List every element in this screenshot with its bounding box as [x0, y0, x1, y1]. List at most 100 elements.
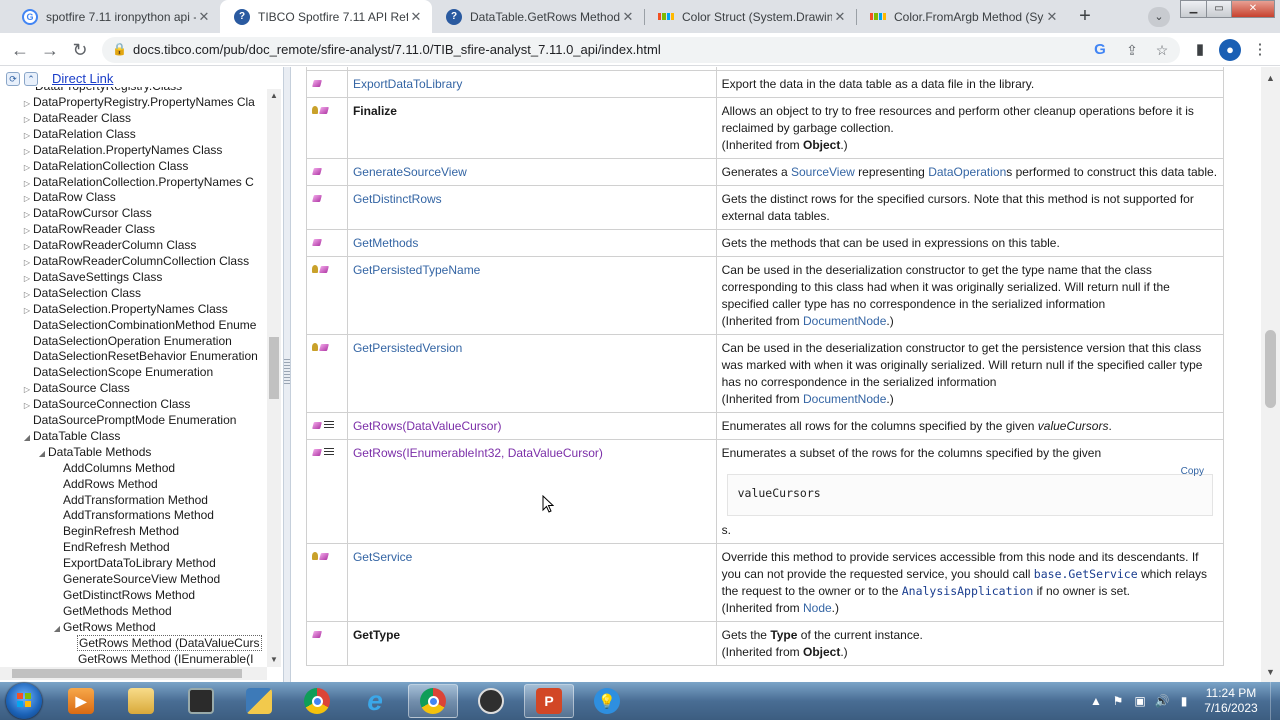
splitter-grip[interactable] [284, 359, 290, 385]
scroll-down-icon[interactable]: ▼ [269, 655, 279, 665]
inline-link[interactable]: DocumentNode [803, 392, 886, 406]
taskbar-media-player[interactable]: ▶ [56, 684, 106, 718]
method-link[interactable]: GetMethods [353, 236, 418, 250]
minimize-button[interactable]: ▁ [1180, 0, 1207, 18]
address-bar[interactable]: 🔒 docs.tibco.com/pub/doc_remote/sfire-an… [102, 37, 1180, 63]
tree-item[interactable]: ▷ DataRowReaderColumnCollection Class [21, 253, 249, 269]
tree-item[interactable]: ▷ DataPropertyRegistry.PropertyNames Cla [21, 94, 255, 110]
tree-item[interactable]: AddTransformation Method [51, 492, 208, 508]
tree-item[interactable]: DataSelectionCombinationMethod Enume [21, 317, 256, 333]
tree-item[interactable]: ▷ DataRelationCollection.PropertyNames C [21, 174, 254, 190]
toc-horizontal-scrollbar[interactable] [0, 667, 267, 680]
scroll-up-icon[interactable]: ▲ [1265, 73, 1276, 83]
action-center-flag-icon[interactable]: ⚑ [1110, 693, 1126, 709]
page-scroll-thumb[interactable] [1265, 330, 1276, 408]
tree-item[interactable]: DataSelectionScope Enumeration [21, 364, 213, 380]
close-icon[interactable]: ✕ [196, 9, 212, 25]
taskbar-internet-explorer[interactable]: e [350, 684, 400, 718]
tree-item[interactable]: ▷ DataRowReaderColumn Class [21, 237, 196, 253]
taskbar-terminal[interactable] [176, 684, 226, 718]
new-tab-button[interactable]: + [1074, 6, 1096, 28]
show-hidden-icons-icon[interactable]: ▲ [1088, 693, 1104, 709]
tree-item[interactable]: GetDistinctRows Method [51, 587, 195, 603]
tree-item[interactable]: ▷ DataReader Class [21, 110, 131, 126]
tree-item[interactable]: ▷ DataSaveSettings Class [21, 269, 162, 285]
taskbar-python[interactable] [234, 684, 284, 718]
scroll-up-icon[interactable]: ▲ [269, 91, 279, 101]
collapse-toc-icon[interactable]: ⌃ [24, 72, 38, 86]
tree-item[interactable]: BeginRefresh Method [51, 523, 179, 539]
tab-getrows-method[interactable]: ? DataTable.GetRows Method (D ✕ [432, 0, 644, 33]
tree-item[interactable]: DataPropertyRegistry.Class [35, 87, 182, 94]
tree-item[interactable]: GenerateSourceView Method [51, 571, 220, 587]
back-arrow-icon[interactable]: ← [8, 38, 32, 62]
tree-item[interactable]: ExportDataToLibrary Method [51, 555, 216, 571]
tree-item[interactable]: DataSourcePromptMode Enumeration [21, 412, 236, 428]
tree-item[interactable]: DataSelectionOperation Enumeration [21, 333, 232, 349]
tab-color-struct[interactable]: Color Struct (System.Drawing) ✕ [644, 0, 856, 33]
toc-scrollbar[interactable]: ▲ ▼ [267, 89, 281, 667]
tree-item[interactable]: ◢ DataTable Methods [36, 444, 151, 460]
close-icon[interactable]: ✕ [620, 9, 636, 25]
close-icon[interactable]: ✕ [1044, 9, 1060, 25]
tree-item[interactable]: ▷ DataRelation.PropertyNames Class [21, 142, 223, 158]
inline-link[interactable]: DataOperation [928, 165, 1006, 179]
method-link[interactable]: GetRows(IEnumerableInt32, DataValueCurso… [353, 446, 603, 460]
toc-scroll-thumb[interactable] [269, 337, 279, 399]
maximize-button[interactable]: ▭ [1206, 0, 1232, 18]
collapse-arrow-icon[interactable]: ◢ [51, 621, 63, 637]
inline-link[interactable]: SourceView [791, 165, 855, 179]
taskbar-chrome[interactable] [292, 684, 342, 718]
tree-item[interactable]: AddTransformations Method [51, 507, 214, 523]
method-link[interactable]: GetService [353, 550, 412, 564]
menu-icon[interactable]: ⋮ [1248, 38, 1272, 62]
tab-search-button[interactable]: ⌄ [1148, 7, 1170, 27]
reload-icon[interactable]: ↻ [68, 38, 92, 62]
share-icon[interactable]: ⇪ [1122, 40, 1142, 60]
tree-item[interactable]: ◢ DataTable Class [21, 428, 120, 444]
tree-item[interactable]: ▷ DataSource Class [21, 380, 130, 396]
tree-item[interactable]: EndRefresh Method [51, 539, 170, 555]
tree-item[interactable]: GetRows Method (DataValueCurs [66, 634, 262, 651]
tree-item[interactable]: ▷ DataRow Class [21, 189, 116, 205]
taskbar-lightbulb-app[interactable]: 💡 [582, 684, 632, 718]
google-lens-icon[interactable]: G [1090, 40, 1110, 60]
method-link[interactable]: GetPersistedTypeName [353, 263, 480, 277]
bookmark-star-icon[interactable]: ☆ [1152, 40, 1172, 60]
close-icon[interactable]: ✕ [408, 9, 424, 25]
tree-item[interactable]: ▷ DataRowReader Class [21, 221, 155, 237]
method-link[interactable]: GetPersistedVersion [353, 341, 462, 355]
lock-icon[interactable]: 🔒 [112, 42, 127, 58]
method-link[interactable]: GetDistinctRows [353, 192, 442, 206]
show-desktop-button[interactable] [1270, 682, 1280, 720]
scroll-down-icon[interactable]: ▼ [1265, 667, 1276, 677]
taskbar-file-explorer[interactable] [116, 684, 166, 718]
tab-google-search[interactable]: G spotfire 7.11 ironpython api - G ✕ [8, 0, 220, 33]
pane-splitter[interactable] [283, 67, 291, 682]
tree-item[interactable]: AddColumns Method [51, 460, 175, 476]
tree-item[interactable]: ◢ GetRows Method [51, 619, 156, 635]
tree-item[interactable]: DataSelectionResetBehavior Enumeration [21, 348, 258, 364]
inline-link[interactable]: DocumentNode [803, 314, 886, 328]
method-link[interactable]: ExportDataToLibrary [353, 77, 462, 91]
start-button[interactable] [6, 683, 42, 719]
volume-icon[interactable]: 🔊 [1154, 693, 1170, 709]
tree-item[interactable]: ▷ DataSelection Class [21, 285, 141, 301]
direct-link[interactable]: Direct Link [52, 71, 113, 86]
tree-item[interactable]: ▷ DataSelection.PropertyNames Class [21, 301, 228, 317]
tab-color-fromargb[interactable]: Color.FromArgb Method (Syst ✕ [856, 0, 1068, 33]
copy-button[interactable]: Copy [1181, 463, 1204, 480]
display-icon[interactable]: ▣ [1132, 693, 1148, 709]
page-scrollbar[interactable]: ▲ ▼ [1261, 67, 1280, 682]
tree-item[interactable]: AddRows Method [51, 476, 158, 492]
close-window-button[interactable]: ✕ [1231, 0, 1275, 18]
tree-item[interactable]: GetRows Method (IEnumerable(I [66, 651, 253, 667]
taskbar-powerpoint[interactable]: P [524, 684, 574, 718]
forward-arrow-icon[interactable]: → [38, 38, 62, 62]
collapse-arrow-icon[interactable]: ◢ [36, 446, 48, 462]
method-link[interactable]: GenerateSourceView [353, 165, 467, 179]
side-panel-icon[interactable]: ▮ [1188, 38, 1212, 62]
taskbar-clock[interactable]: 11:24 PM 7/16/2023 [1196, 686, 1266, 716]
tree-item[interactable]: ▷ DataRelationCollection Class [21, 158, 189, 174]
close-icon[interactable]: ✕ [832, 9, 848, 25]
